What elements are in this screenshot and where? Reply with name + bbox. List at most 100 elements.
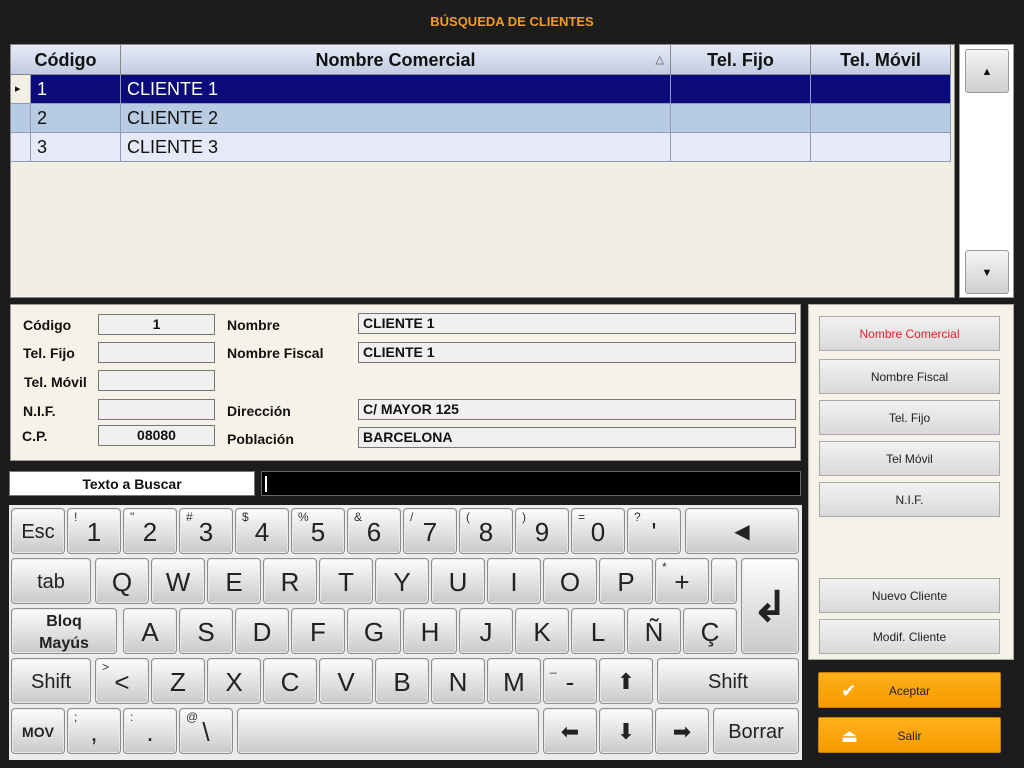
key-enter[interactable]: ↲ — [741, 558, 799, 654]
key-cedilla[interactable]: Ç — [683, 608, 737, 654]
key-char: 4 — [254, 517, 270, 547]
nombre-fiscal-field[interactable]: CLIENTE 1 — [358, 342, 796, 363]
key-a[interactable]: A — [123, 608, 177, 654]
scroll-up-button[interactable]: ▲ — [965, 49, 1009, 93]
key-6[interactable]: & 6 — [347, 508, 401, 554]
exit-button[interactable]: ⏏ Salir — [818, 717, 1001, 753]
table-row[interactable]: 3 CLIENTE 3 — [11, 133, 951, 162]
column-header-nombre-comercial[interactable]: Nombre Comercial △ — [121, 45, 671, 75]
nombre-field[interactable]: CLIENTE 1 — [358, 313, 796, 334]
column-header-codigo[interactable]: Código — [11, 45, 121, 75]
key-enye[interactable]: Ñ — [627, 608, 681, 654]
key-apostrophe[interactable]: ? ' — [627, 508, 681, 554]
key-g[interactable]: G — [347, 608, 401, 654]
key-b[interactable]: B — [375, 658, 429, 704]
key-minus[interactable]: _ - — [543, 658, 597, 704]
key-k[interactable]: K — [515, 608, 569, 654]
key-n[interactable]: N — [431, 658, 485, 704]
cell-tel-movil — [811, 104, 951, 132]
column-header-tel-movil[interactable]: Tel. Móvil — [811, 45, 951, 75]
key-alt-char: > — [102, 660, 110, 674]
key-blank[interactable] — [711, 558, 737, 604]
key-backslash[interactable]: @ \ — [179, 708, 233, 754]
cp-label: C.P. — [22, 428, 48, 444]
key-y[interactable]: Y — [375, 558, 429, 604]
tel-fijo-field[interactable] — [98, 342, 215, 363]
key-t[interactable]: T — [319, 558, 373, 604]
sort-tel-fijo-button[interactable]: Tel. Fijo — [819, 400, 1000, 435]
key-m[interactable]: M — [487, 658, 541, 704]
key-3[interactable]: #3 — [179, 508, 233, 554]
edit-client-button[interactable]: Modif. Cliente — [819, 619, 1000, 654]
scroll-down-button[interactable]: ▼ — [965, 250, 1009, 294]
key-shift-right[interactable]: Shift — [657, 658, 799, 704]
key-f[interactable]: F — [291, 608, 345, 654]
key-comma[interactable]: ;, — [67, 708, 121, 754]
key-2[interactable]: " 2 — [123, 508, 177, 554]
key-5[interactable]: % 5 — [291, 508, 345, 554]
key-i[interactable]: I — [487, 558, 541, 604]
key-p[interactable]: P — [599, 558, 653, 604]
key-arrow-right[interactable]: ➡ — [655, 708, 709, 754]
key-borrar[interactable]: Borrar — [713, 708, 799, 754]
onscreen-keyboard: Esc ! 1 " 2 #3 $4 % 5 & 6 /7 (8 ) 9 = 0 ? ' ◀ t… — [9, 505, 802, 760]
key-esc[interactable]: Esc — [11, 508, 65, 554]
search-input[interactable] — [261, 471, 801, 496]
key-j[interactable]: J — [459, 608, 513, 654]
key-8[interactable]: (8 — [459, 508, 513, 554]
key-o[interactable]: O — [543, 558, 597, 604]
poblacion-field[interactable]: BARCELONA — [358, 427, 796, 448]
cell-nombre: CLIENTE 3 — [121, 133, 671, 161]
tel-movil-field[interactable] — [98, 370, 215, 391]
key-arrow-left[interactable]: ⬅ — [543, 708, 597, 754]
key-0[interactable]: = 0 — [571, 508, 625, 554]
key-d[interactable]: D — [235, 608, 289, 654]
sort-tel-movil-button[interactable]: Tel Móvil — [819, 441, 1000, 476]
codigo-field[interactable]: 1 — [98, 314, 215, 335]
nif-field[interactable] — [98, 399, 215, 420]
accept-button[interactable]: ✔ Aceptar — [818, 672, 1001, 708]
cp-field[interactable]: 08080 — [98, 425, 215, 446]
cell-tel-movil — [811, 133, 951, 161]
key-alt-char: " — [130, 510, 135, 524]
key-caps-lock[interactable]: Bloq Mayús — [11, 608, 117, 654]
key-less-than[interactable]: > < — [95, 658, 149, 704]
sort-nif-button[interactable]: N.I.F. — [819, 482, 1000, 517]
key-e[interactable]: E — [207, 558, 261, 604]
key-mov[interactable]: MOV — [11, 708, 65, 754]
key-tab[interactable]: tab — [11, 558, 91, 604]
key-7[interactable]: /7 — [403, 508, 457, 554]
backspace-icon: ◀ — [734, 521, 750, 543]
column-header-tel-fijo[interactable]: Tel. Fijo — [671, 45, 811, 75]
key-c[interactable]: C — [263, 658, 317, 704]
key-u[interactable]: U — [431, 558, 485, 604]
key-space[interactable] — [237, 708, 539, 754]
key-r[interactable]: R — [263, 558, 317, 604]
new-client-button[interactable]: Nuevo Cliente — [819, 578, 1000, 613]
key-backspace[interactable]: ◀ — [685, 508, 799, 554]
sort-nombre-fiscal-button[interactable]: Nombre Fiscal — [819, 359, 1000, 394]
key-alt-char: = — [578, 510, 586, 524]
key-4[interactable]: $4 — [235, 508, 289, 554]
key-h[interactable]: H — [403, 608, 457, 654]
key-x[interactable]: X — [207, 658, 261, 704]
key-z[interactable]: Z — [151, 658, 205, 704]
table-row[interactable]: ▸ 1 CLIENTE 1 — [11, 75, 951, 104]
key-char: 1 — [86, 517, 102, 547]
direccion-field[interactable]: C/ MAYOR 125 — [358, 399, 796, 420]
key-shift-left[interactable]: Shift — [11, 658, 91, 704]
key-alt-char: / — [410, 510, 414, 524]
key-plus[interactable]: * + — [655, 558, 709, 604]
key-v[interactable]: V — [319, 658, 373, 704]
key-period[interactable]: :. — [123, 708, 177, 754]
key-q[interactable]: Q — [95, 558, 149, 604]
sort-nombre-comercial-button[interactable]: Nombre Comercial — [819, 316, 1000, 351]
key-arrow-up[interactable]: ⬆ — [599, 658, 653, 704]
key-w[interactable]: W — [151, 558, 205, 604]
key-s[interactable]: S — [179, 608, 233, 654]
key-1[interactable]: ! 1 — [67, 508, 121, 554]
table-row[interactable]: 2 CLIENTE 2 — [11, 104, 951, 133]
key-9[interactable]: ) 9 — [515, 508, 569, 554]
key-l[interactable]: L — [571, 608, 625, 654]
key-arrow-down[interactable]: ⬇ — [599, 708, 653, 754]
